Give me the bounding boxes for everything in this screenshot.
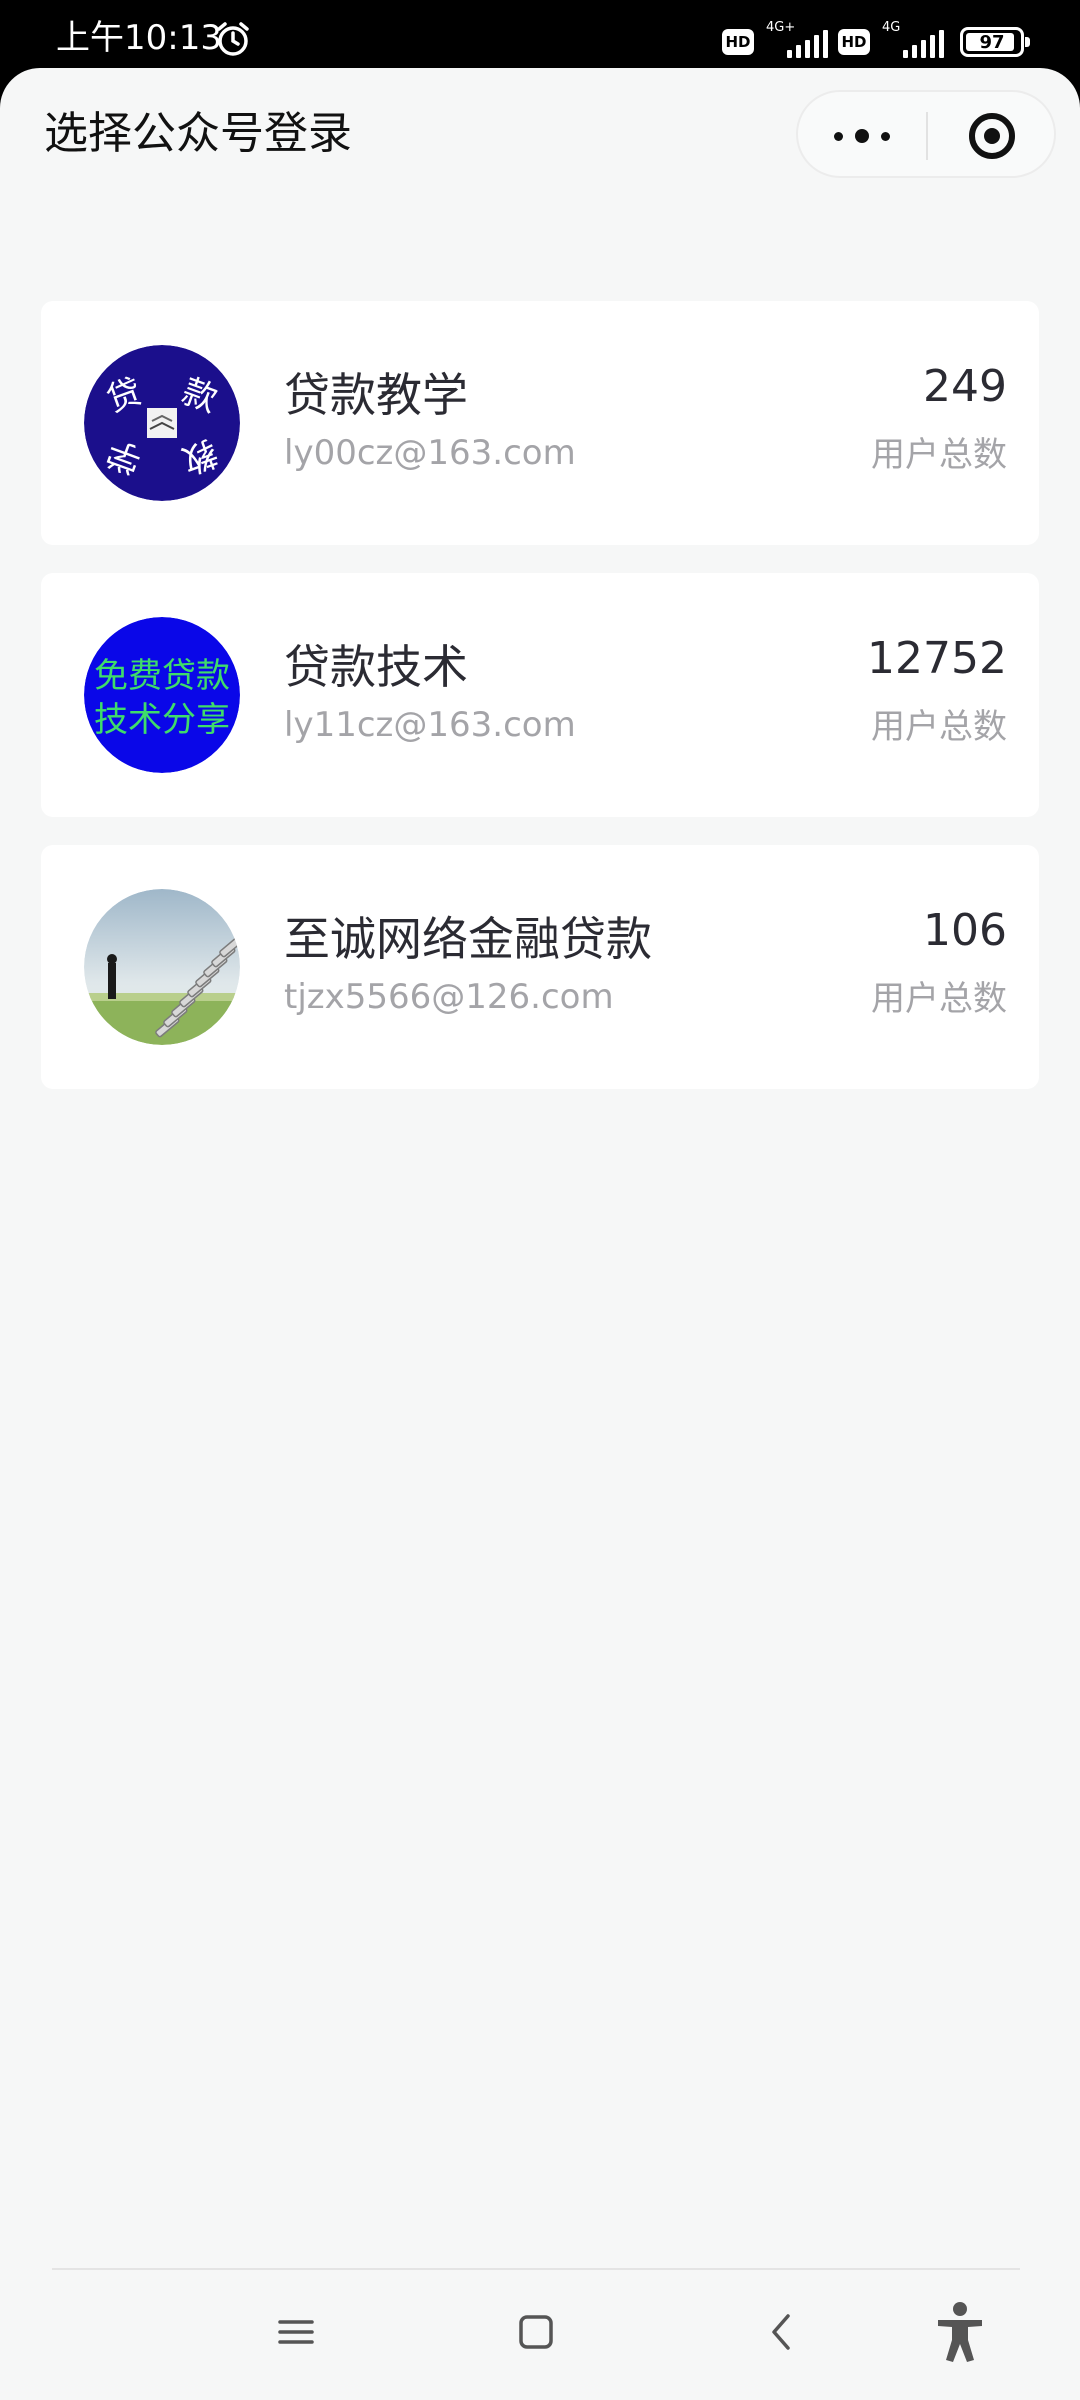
hd-badge: HD [722,29,754,55]
account-email: ly11cz@163.com [284,705,576,745]
user-count: 12752 [867,633,1007,684]
account-email: ly00cz@163.com [284,433,576,473]
account-card[interactable]: 贷 款 教 学 贷款教学 ly00cz@163.com 249 用户总数 [41,301,1039,545]
account-avatar: 免费贷款 技术分享 [84,617,240,773]
account-card[interactable]: 至诚网络金融贷款 tjzx5566@126.com 106 用户总数 [41,845,1039,1089]
more-dots-icon [834,131,843,141]
user-count: 249 [923,361,1007,412]
more-dot [881,131,890,141]
user-count: 106 [923,905,1007,956]
status-time: 上午10:13 [56,18,222,58]
signal-icon: 4G+ [764,20,828,60]
alarm-icon [217,22,249,56]
page-title: 选择公众号登录 [44,108,352,159]
user-count-label: 用户总数 [871,707,1007,747]
account-email: tjzx5566@126.com [284,977,614,1017]
back-button[interactable] [732,2292,832,2372]
account-name: 贷款技术 [284,640,468,694]
battery-level: 97 [979,31,1005,53]
status-indicators: HD 4G+ HD 4G 97 [722,20,1030,62]
account-name: 贷款教学 [284,368,468,422]
home-square-icon [519,2315,553,2349]
user-count-label: 用户总数 [871,979,1007,1019]
back-chevron-icon [772,2314,790,2350]
home-button[interactable] [486,2292,586,2372]
account-list: 贷 款 教 学 贷款教学 ly00cz@163.com 249 用户总数 免费贷… [41,301,1039,1117]
more-dot [855,129,869,143]
close-button[interactable] [928,92,1056,180]
avatar-text: 免费贷款 [94,656,230,696]
status-bar: 上午10:13 HD 4G+ HD 4G 97 [0,0,1080,70]
account-avatar: 贷 款 教 学 [84,345,240,501]
signal-icon: 4G [880,20,944,60]
battery-icon: 97 [960,27,1030,57]
login-sheet: 选择公众号登录 贷 款 教 学 贷款教学 ly00cz@163.com 249 … [0,68,1080,2400]
target-circle-icon [969,113,1015,159]
account-avatar [84,889,240,1045]
accessibility-button[interactable] [910,2292,1010,2372]
more-button[interactable] [798,92,926,180]
menu-button[interactable] [246,2292,346,2372]
account-card[interactable]: 免费贷款 技术分享 贷款技术 ly11cz@163.com 12752 用户总数 [41,573,1039,817]
staircase-coins-photo [84,889,240,1045]
system-nav-bar [0,2270,1080,2400]
user-count-label: 用户总数 [871,435,1007,475]
hd-badge: HD [838,29,870,55]
account-name: 至诚网络金融贷款 [284,912,652,966]
network-type-label: 4G [882,20,901,35]
mini-program-capsule [796,90,1056,178]
accessibility-icon [938,2302,982,2362]
avatar-text: 技术分享 [94,700,230,740]
menu-icon [278,2320,314,2344]
